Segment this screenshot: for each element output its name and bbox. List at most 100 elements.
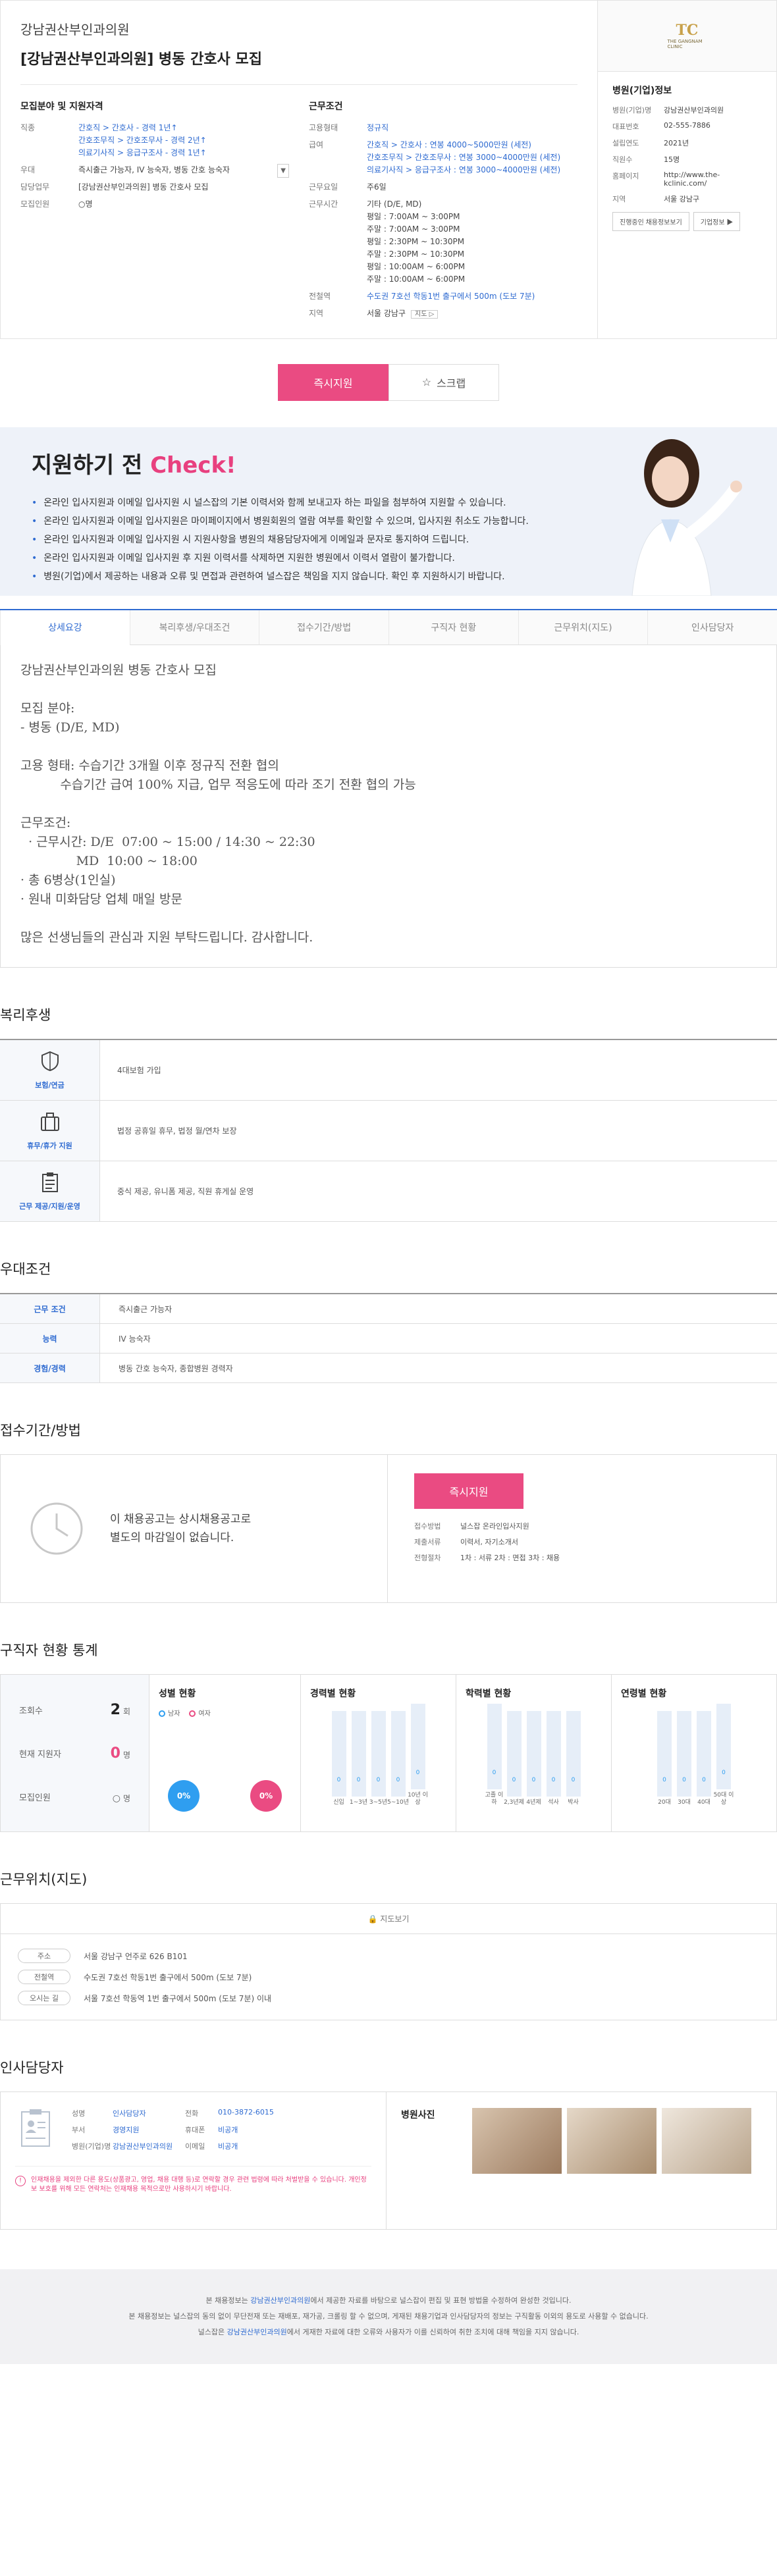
hospital-info-row: 지역 서울 강남구 — [612, 194, 762, 204]
location-row: 오시는 길 서울 7호선 학동역 1번 출구에서 500m (도보 7분) 이내 — [18, 1991, 759, 2005]
tab-5[interactable]: 근무위치(지도) — [518, 610, 648, 645]
stat-bar-category: 3~5년 — [369, 1799, 388, 1806]
work-value-line: 주말 : 2:30PM ~ 10:30PM — [367, 250, 465, 259]
recruit-row: 담당업무 [강남권산부인과의원] 병동 간호사 모집 — [20, 181, 289, 194]
footer-hospital-link[interactable]: 강남권산부인과의원 — [250, 2296, 310, 2305]
edu-stats: 학력별 현황 0 고졸 이하 0 2,3년제 0 4년제 0 석사 0 박사 — [456, 1675, 612, 1831]
hospital-info-row: 홈페이지 http://www.the-kclinic.com/ — [612, 171, 762, 188]
hospital-info-value: 강남권산부인과의원 — [664, 106, 724, 115]
recruit-value: ○명 — [78, 198, 289, 211]
lock-icon: 🔒 — [367, 1914, 378, 1924]
benefit-category: 휴무/휴가 지원 — [0, 1101, 100, 1161]
stat-bar-track: 0 — [657, 1711, 672, 1797]
hr-warning: ! 인재채용을 제외한 다른 용도(상품광고, 영업, 채용 대행 등)로 연락… — [15, 2166, 371, 2194]
clock-icon — [30, 1502, 83, 1555]
work-section: 근무조건 고용형태 정규직 급여 간호직 > 간호사 : 연봉 4000~5000만원… — [309, 99, 577, 325]
legend-female: 여자 — [189, 1708, 211, 1718]
stat-bar-category: 10년 이상 — [408, 1792, 428, 1806]
hospital-photo-1[interactable] — [472, 2108, 562, 2174]
preferred-table: 근무 조건 즉시출근 가능자 능력 IV 능숙자 경험/경력 병동 간호 능숙자, 종합병… — [0, 1293, 777, 1383]
stat-bar-value: 0 — [662, 1777, 666, 1783]
stat-bar-category: 5~10년 — [387, 1799, 409, 1806]
page: 강남권산부인과의원 [강남권산부인과의원] 병동 간호사 모집 모집분야 및 지… — [0, 0, 777, 2364]
detail-body: 강남권산부인과의원 병동 간호사 모집 모집 분야: - 병동 (D/E, MD… — [0, 645, 777, 968]
map-button[interactable]: 지도 ▷ — [411, 310, 439, 319]
stats-title: 구직자 현황 통계 — [0, 1643, 98, 1658]
location-title: 근무위치(지도) — [0, 1872, 88, 1887]
stat-label: 조회수 — [19, 1706, 43, 1716]
method-box: 이 채용공고는 상시채용공고로 별도의 마감일이 없습니다. 즉시지원 접수방법… — [0, 1454, 777, 1603]
recruit-value: [강남권산부인과의원] 병동 간호사 모집 — [78, 181, 289, 194]
recruit-value-line: ○명 — [78, 199, 93, 209]
footer-l1a: 본 채용정보는 — [205, 2296, 251, 2305]
stat-item: 모집인원 ○ 명 — [19, 1775, 130, 1818]
stat-bar: 0 50대 이상 — [714, 1704, 734, 1806]
stat-bar-category: 박사 — [568, 1799, 579, 1806]
method-row: 전형절차 1차 : 서류 2차 : 면접 3차 : 채용 — [414, 1552, 750, 1563]
apply-bar: 즉시지원 ☆ 스크랩 — [0, 364, 777, 401]
tab-3[interactable]: 접수기간/방법 — [259, 610, 389, 645]
edu-title: 학력별 현황 — [466, 1689, 512, 1699]
work-value: 서울 강남구 지도 ▷ — [367, 307, 577, 321]
nurse-illustration — [631, 439, 742, 596]
hr-warning-text: 인재채용을 제외한 다른 용도(상품광고, 영업, 채용 대행 등)로 연락할 … — [31, 2176, 367, 2193]
scrap-button[interactable]: ☆ 스크랩 — [388, 364, 499, 401]
hospital-info-row: 대표번호 02-555-7886 — [612, 121, 762, 132]
stat-bar: 0 신입 — [331, 1711, 346, 1806]
work-key: 전철역 — [309, 292, 331, 301]
map-link[interactable]: 🔒 지도보기 — [1, 1904, 776, 1934]
benefits-title: 복리후생 — [0, 1007, 51, 1023]
preferred-value: 병동 간호 능숙자, 종합병원 경력자 — [119, 1363, 233, 1373]
check-banner: 지원하기 전 Check! 온라인 입사지원과 이메일 입사지원 시 널스잡의 … — [0, 427, 777, 596]
recruit-key: 모집인원 — [20, 199, 50, 209]
stat-unit: 회 — [122, 1706, 130, 1716]
method-msg-1: 이 채용공고는 상시채용공고로 — [110, 1513, 252, 1526]
stat-bar-value: 0 — [571, 1777, 576, 1783]
company-info-button[interactable]: 기업정보 ▶ — [693, 212, 741, 231]
footer-hospital-link-2[interactable]: 강남권산부인과의원 — [227, 2328, 287, 2336]
hospital-info-key: 병원(기업)명 — [612, 106, 652, 115]
recruit-value-line: 즉시출근 가능자, IV 능숙자, 병동 간호 능숙자 — [78, 165, 230, 174]
apply-button[interactable]: 즉시지원 — [278, 364, 388, 401]
stat-bar: 0 10년 이상 — [408, 1704, 428, 1806]
method-key: 전형절차 — [414, 1554, 441, 1562]
legend-male: 남자 — [159, 1708, 180, 1718]
stat-value: ○ 명 — [113, 1789, 130, 1805]
female-dot-icon — [189, 1710, 196, 1717]
job-title: [강남권산부인과의원] 병동 간호사 모집 — [20, 47, 577, 85]
footer-line-2: 본 채용정보는 널스잡의 동의 없이 무단전재 또는 재배포, 재가공, 크롤링… — [128, 2312, 649, 2321]
work-value-line: 주6일 — [367, 182, 387, 192]
logo-text: THE GANGNAM CLINIC — [667, 38, 703, 49]
footer-l3a: 널스잡은 — [198, 2328, 227, 2336]
stats-list: 조회수 2 회 현재 지원자 0 명 모집인원 ○ 명 — [1, 1675, 149, 1831]
hr-key: 병원(기업)명 — [72, 2142, 111, 2151]
work-value-line: 기타 (D/E, MD) — [367, 199, 422, 209]
stat-bar-track: 0 — [506, 1711, 522, 1797]
hospital-photo-2[interactable] — [567, 2108, 656, 2174]
stat-bar-value: 0 — [722, 1770, 726, 1776]
ongoing-jobs-button[interactable]: 진행중인 채용정보보기 — [612, 212, 689, 231]
stat-bar-category: 30대 — [678, 1799, 691, 1806]
expand-button[interactable]: ▼ — [277, 164, 289, 178]
tab-6[interactable]: 인사담당자 — [647, 610, 777, 645]
stat-bar: 0 2,3년제 — [504, 1711, 524, 1806]
recruit-value-line: 의료기사직 > 응급구조사 - 경력 1년↑ — [78, 148, 207, 157]
job-summary-main: 강남권산부인과의원 [강남권산부인과의원] 병동 간호사 모집 모집분야 및 지… — [1, 1, 597, 338]
method-apply-button[interactable]: 즉시지원 — [414, 1473, 523, 1509]
preferred-value: IV 능숙자 — [119, 1334, 151, 1344]
scrap-label: 스크랩 — [437, 379, 466, 390]
hr-key: 부서 — [72, 2126, 86, 2134]
tab-4[interactable]: 구직자 현황 — [388, 610, 518, 645]
homepage-link[interactable]: http://www.the-kclinic.com/ — [664, 171, 762, 188]
tab-2[interactable]: 복리후생/우대조건 — [129, 610, 259, 645]
tab-1[interactable]: 상세요강 — [0, 610, 130, 645]
hospital-photo-3[interactable] — [662, 2108, 751, 2174]
stat-bar-category: 신입 — [333, 1799, 344, 1806]
recruit-key: 직종 — [20, 123, 36, 132]
footer-line-3: 널스잡은 강남권산부인과의원에서 게재한 자료에 대한 오류와 사용자가 이를 … — [0, 2325, 777, 2340]
method-key: 제출서류 — [414, 1538, 441, 1546]
benefit-category: 보험/연금 — [0, 1040, 100, 1100]
star-icon: ☆ — [421, 377, 432, 388]
stat-bar-value: 0 — [531, 1777, 536, 1783]
hospital-info-key: 홈페이지 — [612, 172, 639, 180]
